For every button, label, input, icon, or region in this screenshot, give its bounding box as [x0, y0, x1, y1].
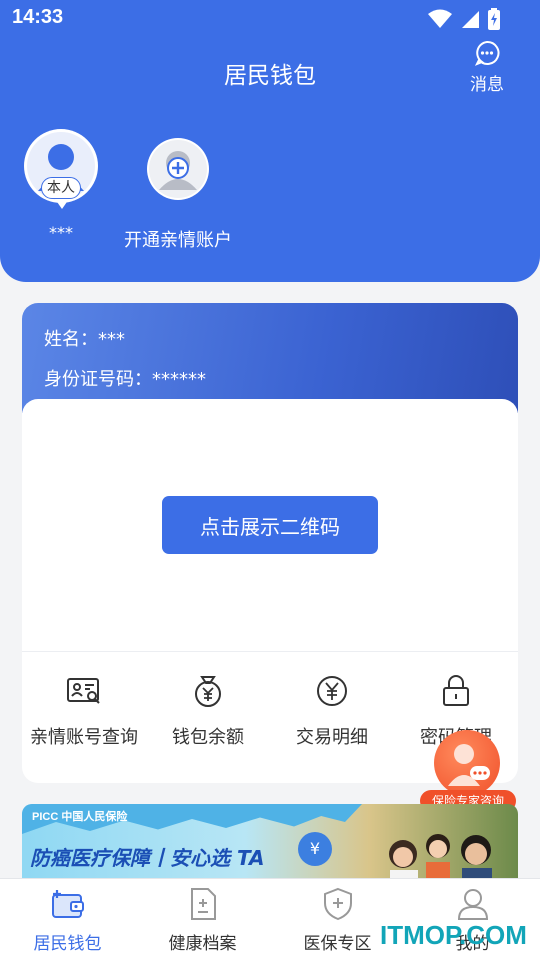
- promo-banner[interactable]: PICC 中国人民保险 防癌医疗保障丨安心选 TA ¥: [22, 804, 518, 884]
- consultant-icon: [448, 744, 490, 786]
- function-label: 钱包余额: [172, 727, 244, 748]
- money-bag-icon: [190, 673, 226, 709]
- add-avatar: [147, 138, 209, 200]
- yen-circle-icon: [314, 673, 350, 709]
- add-family-account[interactable]: 开通亲情账户: [118, 138, 238, 252]
- id-card-search-icon: [66, 673, 102, 709]
- function-family-account-query[interactable]: 亲情账号查询: [22, 673, 146, 749]
- page-title: 居民钱包: [224, 63, 316, 89]
- insurance-consult-button[interactable]: 保险专家咨询: [420, 730, 516, 812]
- person-icon: [456, 887, 490, 921]
- avatar-pin: [55, 199, 69, 209]
- self-badge: 本人: [41, 177, 81, 199]
- avatar: 本人: [24, 129, 98, 209]
- watermark: ITMOP.COM: [380, 920, 527, 950]
- chat-bubble-icon: [474, 40, 500, 66]
- nav-resident-wallet[interactable]: 居民钱包: [0, 879, 135, 960]
- wallet-card: 姓名：*** 身份证号码：****** 点击展示二维码 亲情账号查询 钱包余额 …: [22, 303, 518, 783]
- status-icons: [428, 8, 500, 34]
- card-name: 姓名：***: [44, 329, 125, 350]
- account-name: ***: [49, 223, 73, 242]
- lock-icon: [438, 673, 474, 709]
- signal-icon: [460, 9, 480, 33]
- health-record-icon: [186, 887, 220, 921]
- add-user-icon: [149, 140, 207, 198]
- show-qr-button[interactable]: 点击展示二维码: [162, 496, 378, 554]
- function-label: 交易明细: [296, 727, 368, 748]
- header: 14:33 居民钱包 消息 本人 *** 开通亲情账户: [0, 0, 540, 282]
- card-id-number: 身份证号码：******: [44, 369, 206, 390]
- nav-label: 健康档案: [168, 934, 237, 954]
- nav-label: 居民钱包: [33, 934, 102, 954]
- family-photo-icon: [389, 834, 492, 884]
- status-time: 14:33: [12, 6, 64, 28]
- battery-icon: [488, 8, 500, 34]
- function-label: 亲情账号查询: [30, 727, 138, 748]
- function-transaction-details[interactable]: 交易明细: [270, 673, 394, 749]
- divider: [22, 651, 518, 652]
- shield-plus-icon: [321, 887, 355, 921]
- banner-headline: 防癌医疗保障丨安心选 TA: [30, 846, 265, 870]
- messages-label: 消息: [470, 75, 504, 95]
- card-header: 姓名：*** 身份证号码：******: [22, 303, 518, 413]
- account-self[interactable]: 本人 ***: [23, 129, 99, 242]
- add-family-label: 开通亲情账户: [124, 230, 232, 251]
- coin-bag-icon: ¥: [298, 832, 332, 866]
- wifi-icon: [428, 9, 452, 33]
- function-wallet-balance[interactable]: 钱包余额: [146, 673, 270, 749]
- messages-button[interactable]: 消息: [462, 40, 512, 95]
- qr-area: 点击展示二维码: [22, 399, 518, 653]
- wallet-icon: [51, 887, 85, 921]
- status-bar: 14:33: [0, 0, 540, 36]
- nav-health-records[interactable]: 健康档案: [135, 879, 270, 960]
- picc-logo: PICC 中国人民保险: [32, 811, 128, 823]
- consultant-avatar: [434, 730, 500, 796]
